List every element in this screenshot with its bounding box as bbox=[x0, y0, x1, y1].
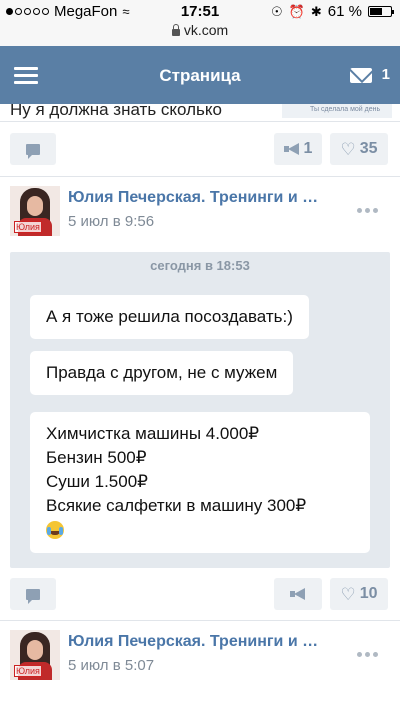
messages-count[interactable]: 1 bbox=[382, 66, 390, 83]
battery-percent: 61 % bbox=[327, 3, 362, 20]
avatar-caption: Юлия bbox=[14, 665, 42, 677]
list-item: Химчистка машины 4.000₽ bbox=[46, 424, 260, 443]
comment-icon bbox=[26, 588, 40, 604]
like-button[interactable]: ♡ 35 bbox=[330, 133, 388, 165]
list-item: Всякие салфетки в машину 300₽ bbox=[46, 496, 307, 515]
url-text: vk.com bbox=[183, 22, 229, 38]
previous-post-text: Ну я должна знать сколько bbox=[10, 104, 222, 119]
post-date[interactable]: 5 июл в 9:56 bbox=[68, 213, 154, 230]
status-bar: MegaFon ≈ 17:51 ☉ ⏰ ✱ 61 % bbox=[0, 0, 400, 22]
more-dots-icon[interactable] bbox=[357, 208, 378, 213]
thumbnail-text: Ты сделала мой день bbox=[310, 106, 381, 113]
like-count: 10 bbox=[359, 585, 378, 602]
battery-icon bbox=[368, 6, 394, 17]
chat-timestamp: сегодня в 18:53 bbox=[150, 258, 250, 273]
more-dots-icon[interactable] bbox=[357, 652, 378, 657]
lock-icon bbox=[171, 24, 180, 36]
comment-icon bbox=[26, 143, 40, 159]
post-author[interactable]: Юлия Печерская. Тренинги и … bbox=[68, 189, 358, 207]
divider bbox=[0, 620, 400, 621]
chat-screenshot[interactable]: сегодня в 18:53 А я тоже решила посоздав… bbox=[10, 252, 390, 568]
avatar-caption: Юлия bbox=[14, 221, 42, 233]
page-title: Страница bbox=[159, 66, 241, 85]
avatar[interactable]: Юлия bbox=[10, 186, 60, 236]
avatar[interactable]: Юлия bbox=[10, 630, 60, 680]
bluetooth-icon: ✱ bbox=[310, 3, 322, 19]
like-count: 35 bbox=[359, 140, 378, 157]
comment-button[interactable] bbox=[10, 133, 56, 165]
post-actions: ♡ 10 bbox=[0, 578, 400, 610]
post-date[interactable]: 5 июл в 5:07 bbox=[68, 657, 154, 674]
chat-message-list: Химчистка машины 4.000₽ Бензин 500₽ Суши… bbox=[30, 412, 370, 553]
previous-post-thumbnail[interactable]: Ты сделала мой день bbox=[282, 104, 392, 118]
chat-message: Правда с другом, не с мужем bbox=[30, 351, 294, 395]
repost-count: 1 bbox=[303, 140, 313, 157]
rotation-lock-icon: ☉ bbox=[271, 3, 283, 19]
previous-post-fragment: Ну я должна знать сколько Ты сделала мой… bbox=[0, 104, 400, 122]
comment-button[interactable] bbox=[10, 578, 56, 610]
like-button[interactable]: ♡ 10 bbox=[330, 578, 388, 610]
crying-laughing-emoji-icon bbox=[46, 521, 64, 539]
mail-icon[interactable] bbox=[350, 68, 372, 83]
heart-icon: ♡ bbox=[340, 584, 356, 604]
megaphone-icon bbox=[290, 588, 306, 600]
chat-message: А я тоже решила посоздавать:) bbox=[30, 295, 309, 339]
heart-icon: ♡ bbox=[340, 139, 356, 159]
repost-button[interactable]: 1 bbox=[274, 133, 322, 165]
app-header: Страница 1 bbox=[0, 46, 400, 104]
post-author[interactable]: Юлия Печерская. Тренинги и … bbox=[68, 633, 358, 651]
address-bar[interactable]: vk.com bbox=[0, 22, 400, 46]
status-right: ☉ ⏰ ✱ 61 % bbox=[271, 3, 394, 20]
previous-post-actions: 1 ♡ 35 bbox=[0, 133, 400, 165]
megaphone-icon bbox=[283, 143, 300, 155]
repost-button[interactable] bbox=[274, 578, 322, 610]
divider bbox=[0, 176, 400, 177]
list-item: Бензин 500₽ bbox=[46, 448, 147, 467]
list-item: Суши 1.500₽ bbox=[46, 472, 148, 491]
alarm-icon: ⏰ bbox=[288, 3, 305, 19]
